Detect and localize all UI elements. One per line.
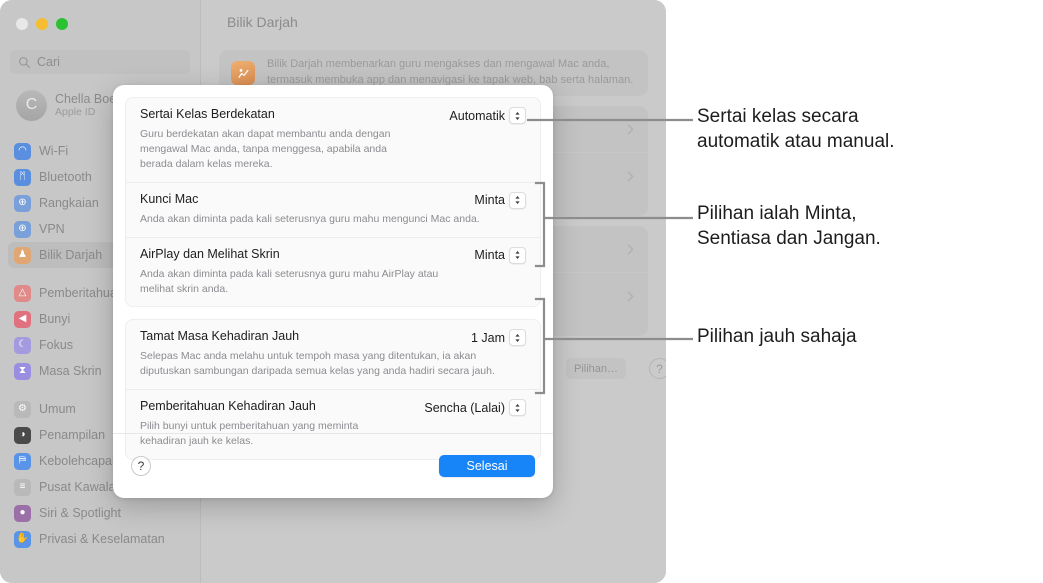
option-description: Selepas Mac anda melahu untuk tempoh mas…: [140, 350, 495, 378]
stepper-arrows-icon: [515, 403, 520, 412]
option-description: Anda akan diminta pada kali seterusnya g…: [140, 212, 480, 225]
sidebar-item-label: Umum: [39, 402, 76, 416]
chevron-right-icon: [627, 124, 634, 135]
option-row: Sertai Kelas Berdekatan Automatik Guru ber…: [126, 98, 540, 182]
search-input[interactable]: Cari: [10, 50, 190, 74]
screen-time-icon: ⧗: [14, 362, 31, 380]
popup-value: Minta: [474, 248, 505, 263]
help-button[interactable]: ?: [649, 358, 666, 379]
option-header: AirPlay dan Melihat Skrin Minta: [140, 246, 526, 264]
popup-value: Automatik: [449, 108, 505, 123]
option-title: AirPlay dan Melihat Skrin: [140, 246, 280, 261]
stepper-button[interactable]: [509, 246, 526, 264]
network-icon: ⊕: [14, 194, 31, 212]
chevron-right-icon: [627, 244, 634, 255]
sidebar-item-privasi-keselamatan[interactable]: ✋ Privasi & Keselamatan: [8, 526, 192, 552]
stepper-button[interactable]: [509, 191, 526, 209]
control-center-icon: ≡: [14, 478, 31, 496]
stepper-arrows-icon: [515, 333, 520, 342]
stepper-arrows-icon: [515, 251, 520, 260]
sidebar-item-label: Bunyi: [39, 312, 71, 326]
avatar: C: [16, 89, 47, 121]
search-icon: [19, 56, 31, 68]
sidebar-item-label: Privasi & Keselamatan: [39, 532, 165, 546]
stepper-arrows-icon: [515, 196, 520, 205]
option-title: Pemberitahuan Kehadiran Jauh: [140, 399, 316, 414]
account-name: Chella Boe: [55, 91, 117, 106]
stepper-button[interactable]: [509, 329, 526, 347]
minimize-window-button[interactable]: [36, 18, 48, 30]
option-row: Tamat Masa Kehadiran Jauh 1 Jam Selepas Ma…: [126, 320, 540, 389]
classroom-glyph-icon: [238, 68, 248, 78]
callout-label-1: Sertai kelas secara automatik atau manua…: [697, 106, 895, 153]
callout-label-3: Pilihan jauh sahaja: [697, 326, 857, 347]
bluetooth-icon: ᛗ: [14, 168, 31, 186]
popup-menu[interactable]: 1 Jam: [470, 329, 526, 347]
sidebar-item-siri-spotlight[interactable]: ● Siri & Spotlight: [8, 500, 192, 526]
popup-value: Sencha (Lalai): [424, 400, 505, 415]
popup-menu[interactable]: Minta: [474, 246, 526, 264]
notifications-icon: △: [14, 284, 31, 302]
option-header: Sertai Kelas Berdekatan Automatik: [140, 107, 526, 124]
sidebar-item-label: Siri & Spotlight: [39, 506, 121, 520]
popup-value: 1 Jam: [470, 330, 505, 345]
popup-value: Minta: [474, 193, 505, 208]
option-description: Guru berdekatan akan dapat membantu anda…: [140, 128, 391, 170]
classroom-icon: ♟: [14, 246, 31, 264]
siri-icon: ●: [14, 504, 31, 522]
chevron-right-icon: [627, 291, 634, 302]
vpn-icon: ⊕: [14, 220, 31, 238]
stepper-arrows-icon: [515, 111, 520, 120]
general-icon: ⚙: [14, 400, 31, 418]
option-description: Anda akan diminta pada kali seterusnya g…: [140, 267, 439, 295]
sheet-help-button[interactable]: ?: [131, 456, 151, 476]
appearance-icon: ◑: [14, 426, 31, 444]
window-traffic-lights: [16, 18, 68, 30]
stepper-button[interactable]: [509, 107, 526, 124]
option-header: Kunci Mac Minta: [140, 191, 526, 209]
privacy-icon: ✋: [14, 530, 31, 548]
focus-icon: ☾: [14, 336, 31, 354]
sidebar-item-label: Pemberitahuan: [39, 286, 124, 300]
callout-label-2: Pilihan ialah Minta, Sentiasa dan Jangan…: [697, 203, 881, 250]
search-placeholder: Cari: [37, 55, 60, 69]
chevron-right-icon: [627, 171, 634, 182]
option-header: Tamat Masa Kehadiran Jauh 1 Jam: [140, 329, 526, 347]
option-header: Pemberitahuan Kehadiran Jauh Sencha (Lala…: [140, 399, 526, 417]
popup-menu[interactable]: Minta: [474, 191, 526, 209]
options-group: Sertai Kelas Berdekatan Automatik Guru ber…: [125, 97, 541, 308]
sidebar-item-label: Masa Skrin: [39, 364, 102, 378]
done-button[interactable]: Selesai: [439, 455, 535, 477]
classroom-app-icon: [231, 61, 255, 85]
sidebar-item-label: Wi-Fi: [39, 144, 69, 158]
option-title: Tamat Masa Kehadiran Jauh: [140, 329, 300, 344]
options-button[interactable]: Pilihan…: [566, 358, 626, 379]
sheet-body: Sertai Kelas Berdekatan Automatik Guru ber…: [113, 85, 553, 461]
option-row: AirPlay dan Melihat Skrin Minta Anda akan …: [126, 236, 540, 307]
page-title: Bilik Darjah: [227, 14, 298, 30]
option-title: Sertai Kelas Berdekatan: [140, 107, 275, 121]
wifi-icon: ◠: [14, 142, 31, 160]
sidebar-item-label: Penampilan: [39, 428, 106, 442]
popup-menu[interactable]: Sencha (Lalai): [424, 399, 526, 417]
sheet-footer: ? Selesai: [113, 433, 553, 498]
sidebar-item-label: Fokus: [39, 338, 74, 352]
close-window-button[interactable]: [16, 18, 28, 30]
classroom-options-sheet: Sertai Kelas Berdekatan Automatik Guru ber…: [113, 85, 553, 498]
sound-icon: ◀: [14, 310, 31, 328]
account-text: Chella Boe Apple ID: [55, 92, 116, 118]
sidebar-item-label: VPN: [39, 222, 65, 236]
sidebar-item-label: Rangkaian: [39, 196, 99, 210]
accessibility-icon: ⛿: [14, 452, 31, 470]
sidebar-item-label: Pusat Kawalan: [39, 480, 123, 494]
option-title: Kunci Mac: [140, 191, 199, 206]
option-row: Kunci Mac Minta Anda akan diminta pada kal…: [126, 181, 540, 237]
stepper-button[interactable]: [509, 399, 526, 417]
zoom-window-button[interactable]: [56, 18, 68, 30]
sidebar-item-label: Bluetooth: [39, 170, 92, 184]
account-subtitle: Apple ID: [55, 106, 96, 119]
popup-menu[interactable]: Automatik: [449, 107, 526, 124]
sidebar-item-label: Bilik Darjah: [39, 248, 103, 262]
